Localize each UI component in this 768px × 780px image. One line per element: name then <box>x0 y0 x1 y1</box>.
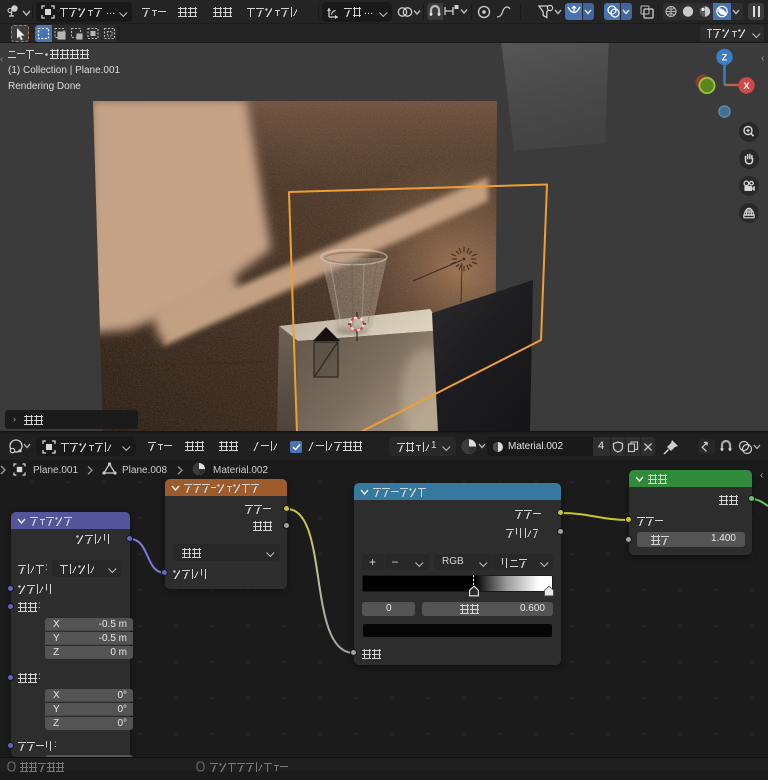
svg-text:Z: Z <box>722 53 728 63</box>
svg-text:X: X <box>743 81 749 91</box>
